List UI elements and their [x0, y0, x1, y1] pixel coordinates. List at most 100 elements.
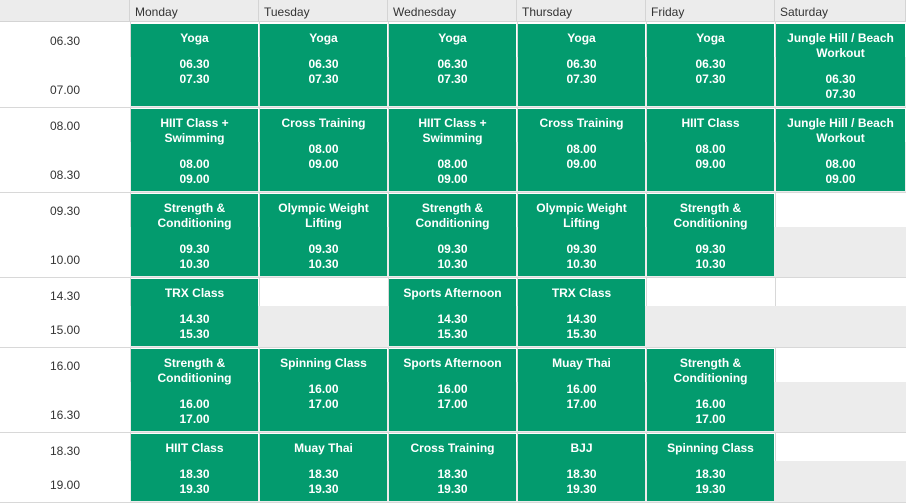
class-end-time: 17.00 [437, 397, 468, 411]
row-divider [0, 432, 906, 433]
class-block[interactable]: Strength & Conditioning 16.00 17.00 [131, 349, 258, 431]
class-end-time: 19.30 [695, 482, 726, 496]
class-start-time: 06.30 [437, 57, 468, 71]
class-block[interactable]: BJJ 18.30 19.30 [518, 434, 645, 501]
class-block[interactable]: HIIT Class + Swimming 08.00 09.00 [389, 109, 516, 191]
class-block[interactable]: HIIT Class 18.30 19.30 [131, 434, 258, 501]
class-name: BJJ [570, 441, 593, 455]
class-name: Cross Training [410, 441, 495, 455]
time-label: 16.00 [49, 359, 81, 373]
class-block[interactable]: Sports Afternoon 16.00 17.00 [389, 349, 516, 431]
class-name: TRX Class [164, 286, 225, 300]
class-block[interactable]: Yoga 06.30 07.30 [518, 24, 645, 106]
class-end-time: 07.30 [437, 72, 468, 86]
class-block[interactable]: Jungle Hill / Beach Workout 06.30 07.30 [776, 24, 905, 106]
class-start-time: 08.00 [437, 157, 468, 171]
schedule-grid: Monday Tuesday Wednesday Thursday Friday Satu… [0, 0, 906, 503]
class-name: HIIT Class [165, 441, 224, 455]
time-label: 09.30 [49, 204, 81, 218]
class-block[interactable]: Cross Training 08.00 09.00 [260, 109, 387, 191]
time-label: 08.00 [49, 119, 81, 133]
class-block[interactable]: Muay Thai 16.00 17.00 [518, 349, 645, 431]
class-end-time: 15.30 [566, 327, 597, 341]
class-block[interactable]: HIIT Class + Swimming 08.00 09.00 [131, 109, 258, 191]
day-header-friday: Friday [646, 0, 775, 22]
class-block[interactable]: Yoga 06.30 07.30 [131, 24, 258, 106]
class-end-time: 09.00 [695, 157, 726, 171]
class-start-time: 06.30 [825, 72, 856, 86]
class-start-time: 14.30 [179, 312, 210, 326]
class-block[interactable]: Spinning Class 18.30 19.30 [647, 434, 774, 501]
class-start-time: 16.00 [179, 397, 210, 411]
class-end-time: 19.30 [566, 482, 597, 496]
class-end-time: 17.00 [566, 397, 597, 411]
header-corner [0, 0, 130, 22]
class-block[interactable]: Strength & Conditioning 09.30 10.30 [131, 194, 258, 276]
class-block[interactable]: Yoga 06.30 07.30 [389, 24, 516, 106]
class-start-time: 08.00 [308, 142, 339, 156]
class-start-time: 18.30 [695, 467, 726, 481]
class-name: Olympic Weight Lifting [536, 201, 627, 230]
class-start-time: 06.30 [308, 57, 339, 71]
time-label: 19.00 [49, 478, 81, 492]
class-block[interactable]: Muay Thai 18.30 19.30 [260, 434, 387, 501]
class-block[interactable]: Olympic Weight Lifting 09.30 10.30 [518, 194, 645, 276]
class-name: Sports Afternoon [403, 286, 502, 300]
class-block[interactable]: Yoga 06.30 07.30 [647, 24, 774, 106]
class-start-time: 06.30 [695, 57, 726, 71]
day-header-tuesday: Tuesday [259, 0, 388, 22]
class-name: Olympic Weight Lifting [278, 201, 369, 230]
class-name: Jungle Hill / Beach Workout [787, 116, 894, 145]
class-name: Cross Training [281, 116, 366, 130]
class-end-time: 10.30 [179, 257, 210, 271]
row-divider [0, 192, 906, 193]
class-end-time: 17.00 [695, 412, 726, 426]
class-end-time: 09.00 [825, 172, 856, 186]
class-end-time: 07.30 [308, 72, 339, 86]
class-block[interactable]: Strength & Conditioning 09.30 10.30 [647, 194, 774, 276]
class-block[interactable]: TRX Class 14.30 15.30 [131, 279, 258, 346]
class-block[interactable]: HIIT Class 08.00 09.00 [647, 109, 774, 191]
class-start-time: 08.00 [179, 157, 210, 171]
class-name: Cross Training [539, 116, 624, 130]
class-name: Strength & Conditioning [415, 201, 490, 230]
class-end-time: 07.30 [825, 87, 856, 101]
class-name: Strength & Conditioning [673, 356, 748, 385]
class-block[interactable]: TRX Class 14.30 15.30 [518, 279, 645, 346]
class-end-time: 07.30 [179, 72, 210, 86]
time-label: 06.30 [49, 34, 81, 48]
class-block[interactable]: Strength & Conditioning 16.00 17.00 [647, 349, 774, 431]
class-start-time: 08.00 [825, 157, 856, 171]
class-start-time: 14.30 [437, 312, 468, 326]
class-block[interactable]: Olympic Weight Lifting 09.30 10.30 [260, 194, 387, 276]
class-block[interactable]: Cross Training 08.00 09.00 [518, 109, 645, 191]
class-name: Strength & Conditioning [157, 201, 232, 230]
day-header-saturday: Saturday [775, 0, 906, 22]
class-block[interactable]: Jungle Hill / Beach Workout 08.00 09.00 [776, 109, 905, 191]
class-name: Muay Thai [294, 441, 353, 455]
class-block[interactable]: Strength & Conditioning 09.30 10.30 [389, 194, 516, 276]
class-block[interactable]: Spinning Class 16.00 17.00 [260, 349, 387, 431]
class-start-time: 18.30 [308, 467, 339, 481]
class-start-time: 08.00 [566, 142, 597, 156]
time-label: 14.30 [49, 289, 81, 303]
time-label: 15.00 [49, 323, 81, 337]
class-block[interactable]: Cross Training 18.30 19.30 [389, 434, 516, 501]
class-block[interactable]: Sports Afternoon 14.30 15.30 [389, 279, 516, 346]
time-label: 08.30 [49, 168, 81, 182]
class-block[interactable]: Yoga 06.30 07.30 [260, 24, 387, 106]
